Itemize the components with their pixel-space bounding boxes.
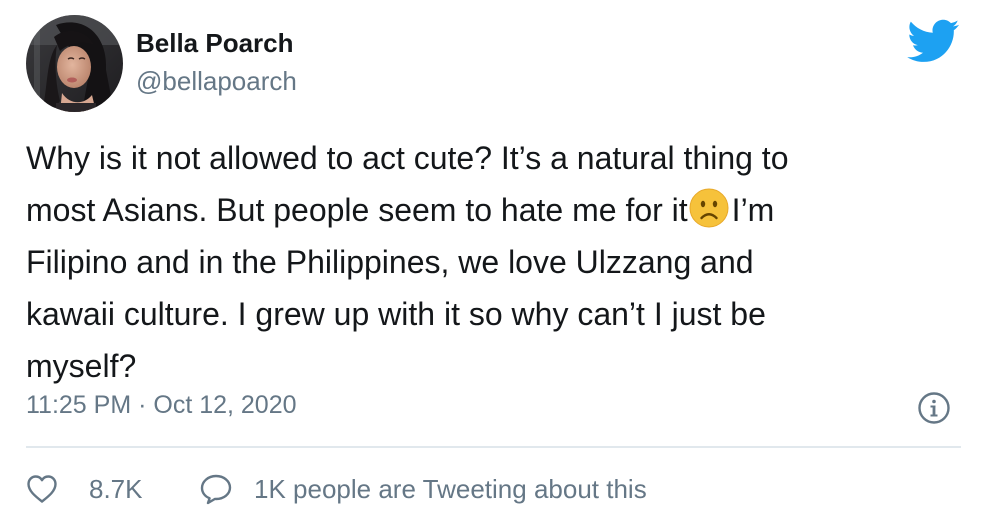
tweet-line: most Asians. But people seem to hate me …: [26, 192, 688, 228]
like-button[interactable]: 8.7K: [26, 470, 143, 508]
divider: [26, 446, 961, 448]
tweeting-about-link[interactable]: 1K people are Tweeting about this: [199, 470, 647, 508]
tweeting-about-label: 1K people are Tweeting about this: [254, 473, 647, 504]
heart-icon: [27, 475, 57, 503]
author-display-name[interactable]: Bella Poarch: [136, 28, 294, 59]
tweet-line: I’m: [731, 192, 775, 228]
tweet-text: Why is it not allowed to act cute? It’s …: [26, 132, 961, 392]
tweet-line: Filipino and in the Philippines, we love…: [26, 244, 754, 280]
avatar[interactable]: [26, 15, 123, 112]
slightly-frowning-face-icon: [689, 188, 729, 228]
tweet-timestamp[interactable]: 11:25 PM · Oct 12, 2020: [26, 391, 297, 420]
info-icon[interactable]: [917, 391, 951, 425]
profile-photo: [26, 15, 123, 112]
like-count: 8.7K: [89, 473, 143, 504]
speech-bubble-icon: [200, 474, 232, 505]
twitter-bird-icon[interactable]: [905, 18, 960, 66]
tweet-line: myself?: [26, 348, 137, 384]
author-handle[interactable]: @bellapoarch: [136, 66, 297, 97]
tweet-line: kawaii culture. I grew up with it so why…: [26, 296, 766, 332]
tweet-line: Why is it not allowed to act cute? It’s …: [26, 140, 789, 176]
